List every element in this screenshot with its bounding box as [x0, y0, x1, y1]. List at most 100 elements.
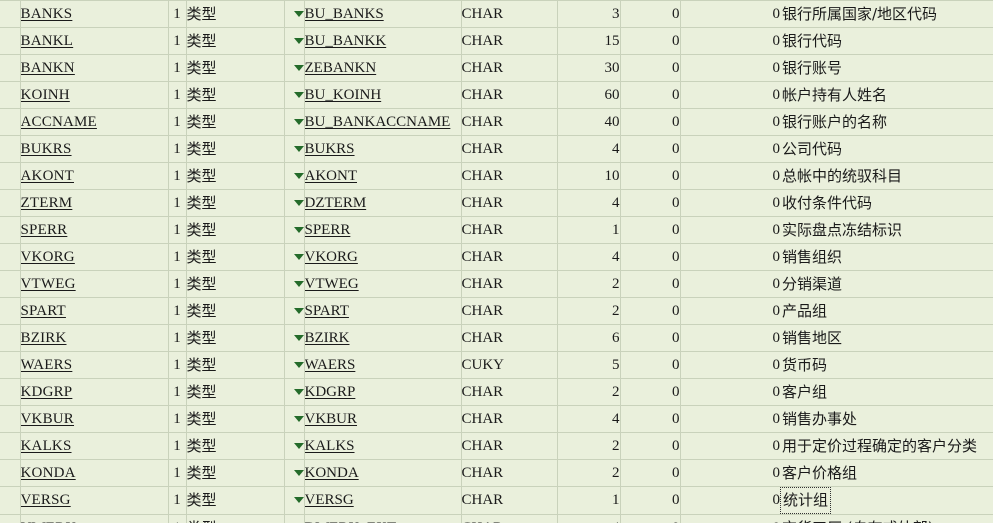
field-name-cell[interactable]: VKORG	[20, 243, 169, 271]
table-row[interactable]: BANKN 1 类型 ZEBANKN CHAR 30 0 0 银行账号	[0, 54, 993, 82]
field-name-link[interactable]: WAERS	[21, 357, 73, 373]
description-text[interactable]: 总帐中的统驭科目	[780, 164, 904, 189]
data-type-cell[interactable]: CHAR	[461, 135, 558, 163]
data-element-cell[interactable]: ZEBANKN	[304, 54, 462, 82]
type-dropdown-cell[interactable]	[284, 324, 305, 352]
chevron-down-icon[interactable]	[293, 199, 303, 206]
row-selector-cell[interactable]	[0, 135, 21, 163]
type-dropdown-cell[interactable]	[284, 135, 305, 163]
output-length-cell[interactable]: 0	[680, 486, 780, 515]
row-selector-cell[interactable]	[0, 297, 21, 325]
description-text[interactable]: 客户组	[780, 380, 829, 405]
description-cell[interactable]: 分销渠道	[780, 270, 993, 298]
length-cell[interactable]: 10	[557, 162, 621, 190]
data-element-cell[interactable]: VKORG	[304, 243, 462, 271]
output-length-cell[interactable]: 0	[680, 432, 780, 460]
data-element-cell[interactable]: SPART	[304, 297, 462, 325]
field-name-link[interactable]: BANKL	[21, 33, 74, 49]
table-row[interactable]: KDGRP 1 类型 KDGRP CHAR 2 0 0 客户组	[0, 378, 993, 406]
field-name-cell[interactable]: BANKN	[20, 54, 169, 82]
decimals-cell[interactable]: 0	[620, 378, 681, 406]
row-selector-cell[interactable]	[0, 243, 21, 271]
description-text-focused[interactable]: 统计组	[780, 487, 832, 514]
description-text[interactable]: 银行所属国家/地区代码	[780, 2, 939, 27]
table-row[interactable]: ACCNAME 1 类型 BU_BANKACCNAME CHAR 40 0 0 银行账户的名称	[0, 108, 993, 136]
data-type-cell[interactable]: CHAR	[461, 0, 558, 28]
data-type-cell[interactable]: CHAR	[461, 81, 558, 109]
type-label-cell[interactable]: 类型	[186, 486, 285, 515]
field-name-cell[interactable]: AKONT	[20, 162, 169, 190]
table-row[interactable]: BUKRS 1 类型 BUKRS CHAR 4 0 0 公司代码	[0, 135, 993, 163]
table-row[interactable]: VTWEG 1 类型 VTWEG CHAR 2 0 0 分销渠道	[0, 270, 993, 298]
field-name-link[interactable]: VWERK	[21, 520, 77, 523]
field-name-cell[interactable]: ZTERM	[20, 189, 169, 217]
field-name-cell[interactable]: VWERK	[20, 514, 169, 523]
description-cell[interactable]: 销售组织	[780, 243, 993, 271]
data-type-cell[interactable]: CHAR	[461, 270, 558, 298]
type-label-cell[interactable]: 类型	[186, 27, 285, 55]
description-text[interactable]: 销售办事处	[780, 407, 859, 432]
field-name-cell[interactable]: KDGRP	[20, 378, 169, 406]
type-dropdown-cell[interactable]	[284, 351, 305, 379]
field-name-cell[interactable]: KALKS	[20, 432, 169, 460]
chevron-down-icon[interactable]	[293, 307, 303, 314]
length-cell[interactable]: 5	[557, 351, 621, 379]
data-type-cell[interactable]: CHAR	[461, 216, 558, 244]
output-length-cell[interactable]: 0	[680, 351, 780, 379]
output-length-cell[interactable]: 0	[680, 243, 780, 271]
field-name-cell[interactable]: KONDA	[20, 459, 169, 487]
data-element-link[interactable]: BU_BANKS	[305, 6, 384, 22]
description-text[interactable]: 公司代码	[780, 137, 844, 162]
type-label-cell[interactable]: 类型	[186, 135, 285, 163]
row-selector-cell[interactable]	[0, 81, 21, 109]
type-dropdown-cell[interactable]	[284, 189, 305, 217]
field-name-cell[interactable]: SPERR	[20, 216, 169, 244]
description-cell[interactable]: 银行代码	[780, 27, 993, 55]
table-row[interactable]: BANKS 1 类型 BU_BANKS CHAR 3 0 0 银行所属国家/地区代码	[0, 0, 993, 28]
field-name-cell[interactable]: VERSG	[20, 486, 169, 515]
data-element-cell[interactable]: DZTERM	[304, 189, 462, 217]
type-dropdown-cell[interactable]	[284, 243, 305, 271]
chevron-down-icon[interactable]	[293, 469, 303, 476]
length-cell[interactable]: 2	[557, 270, 621, 298]
table-row[interactable]: WAERS 1 类型 WAERS CUKY 5 0 0 货币码	[0, 351, 993, 379]
decimals-cell[interactable]: 0	[620, 405, 681, 433]
data-element-cell[interactable]: BU_BANKS	[304, 0, 462, 28]
type-label-cell[interactable]: 类型	[186, 108, 285, 136]
key-flag-cell[interactable]: 1	[168, 351, 187, 379]
data-element-link[interactable]: KDGRP	[305, 384, 356, 400]
table-row[interactable]: KALKS 1 类型 KALKS CHAR 2 0 0 用于定价过程确定的客户分类	[0, 432, 993, 460]
chevron-down-icon[interactable]	[293, 10, 303, 17]
type-dropdown-cell[interactable]	[284, 378, 305, 406]
output-length-cell[interactable]: 0	[680, 324, 780, 352]
data-element-link[interactable]: VKORG	[305, 249, 358, 265]
data-element-cell[interactable]: KDGRP	[304, 378, 462, 406]
table-row[interactable]: VWERK1类型DWERK_EXTCHAR400交货工厂 (自有或外部)	[0, 514, 993, 523]
chevron-down-icon[interactable]	[293, 280, 303, 287]
description-cell[interactable]: 客户组	[780, 378, 993, 406]
row-selector-cell[interactable]	[0, 27, 21, 55]
length-cell[interactable]: 6	[557, 324, 621, 352]
description-text[interactable]: 货币码	[780, 353, 829, 378]
field-list-table[interactable]: BANKS 1 类型 BU_BANKS CHAR 3 0 0 银行所属国家/地区代码 BANKL 1…	[0, 0, 993, 523]
field-name-link[interactable]: VTWEG	[21, 276, 76, 292]
type-dropdown-cell[interactable]	[284, 27, 305, 55]
output-length-cell[interactable]: 0	[680, 405, 780, 433]
key-flag-cell[interactable]: 1	[168, 54, 187, 82]
description-text[interactable]: 收付条件代码	[780, 191, 874, 216]
description-cell[interactable]: 产品组	[780, 297, 993, 325]
description-text[interactable]: 帐户持有人姓名	[780, 83, 889, 108]
type-dropdown-cell[interactable]	[284, 432, 305, 460]
key-flag-cell[interactable]: 1	[168, 27, 187, 55]
row-selector-cell[interactable]	[0, 432, 21, 460]
type-label-cell[interactable]: 类型	[186, 405, 285, 433]
table-row[interactable]: BZIRK 1 类型 BZIRK CHAR 6 0 0 销售地区	[0, 324, 993, 352]
type-dropdown-cell[interactable]	[284, 270, 305, 298]
decimals-cell[interactable]: 0	[620, 324, 681, 352]
description-cell[interactable]: 实际盘点冻结标识	[780, 216, 993, 244]
chevron-down-icon[interactable]	[293, 145, 303, 152]
length-cell[interactable]: 3	[557, 0, 621, 28]
type-dropdown-cell[interactable]	[284, 405, 305, 433]
description-cell[interactable]: 交货工厂 (自有或外部)	[780, 514, 993, 523]
description-cell[interactable]: 公司代码	[780, 135, 993, 163]
